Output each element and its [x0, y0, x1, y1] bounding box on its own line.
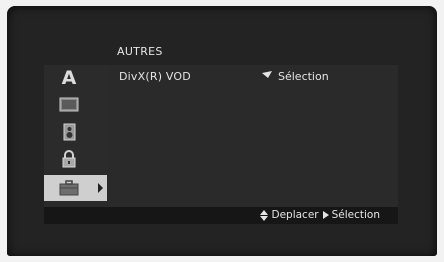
padlock-icon: [62, 150, 76, 168]
divx-vod-label: DivX(R) VOD: [119, 70, 191, 83]
menu-content: DivX(R) VOD Sélection: [110, 65, 398, 223]
footer-move-label: Deplacer: [271, 209, 319, 221]
right-triangle-icon: [322, 211, 329, 219]
menu-title: AUTRES: [117, 45, 163, 58]
tab-others[interactable]: [44, 175, 107, 201]
speaker-icon: [63, 123, 76, 141]
tab-audio[interactable]: [44, 119, 108, 145]
tv-screen-icon: [59, 97, 79, 112]
tab-selected-caret: [98, 183, 103, 193]
footer-hint-bar: Deplacer Sélection: [44, 207, 398, 224]
divx-vod-select[interactable]: Sélection: [262, 69, 382, 85]
letter-a-icon: A: [61, 67, 77, 89]
tab-lock[interactable]: [44, 146, 108, 172]
footer-select-label: Sélection: [331, 209, 380, 221]
pointer-arrow-icon: [262, 71, 272, 78]
tab-language[interactable]: A: [44, 65, 108, 91]
footer-navigation-hint: Deplacer Sélection: [260, 209, 380, 221]
tab-display[interactable]: [44, 92, 108, 118]
toolbox-icon: [59, 180, 79, 196]
up-down-arrows-icon: [260, 209, 269, 221]
divx-vod-value: Sélection: [278, 70, 329, 83]
